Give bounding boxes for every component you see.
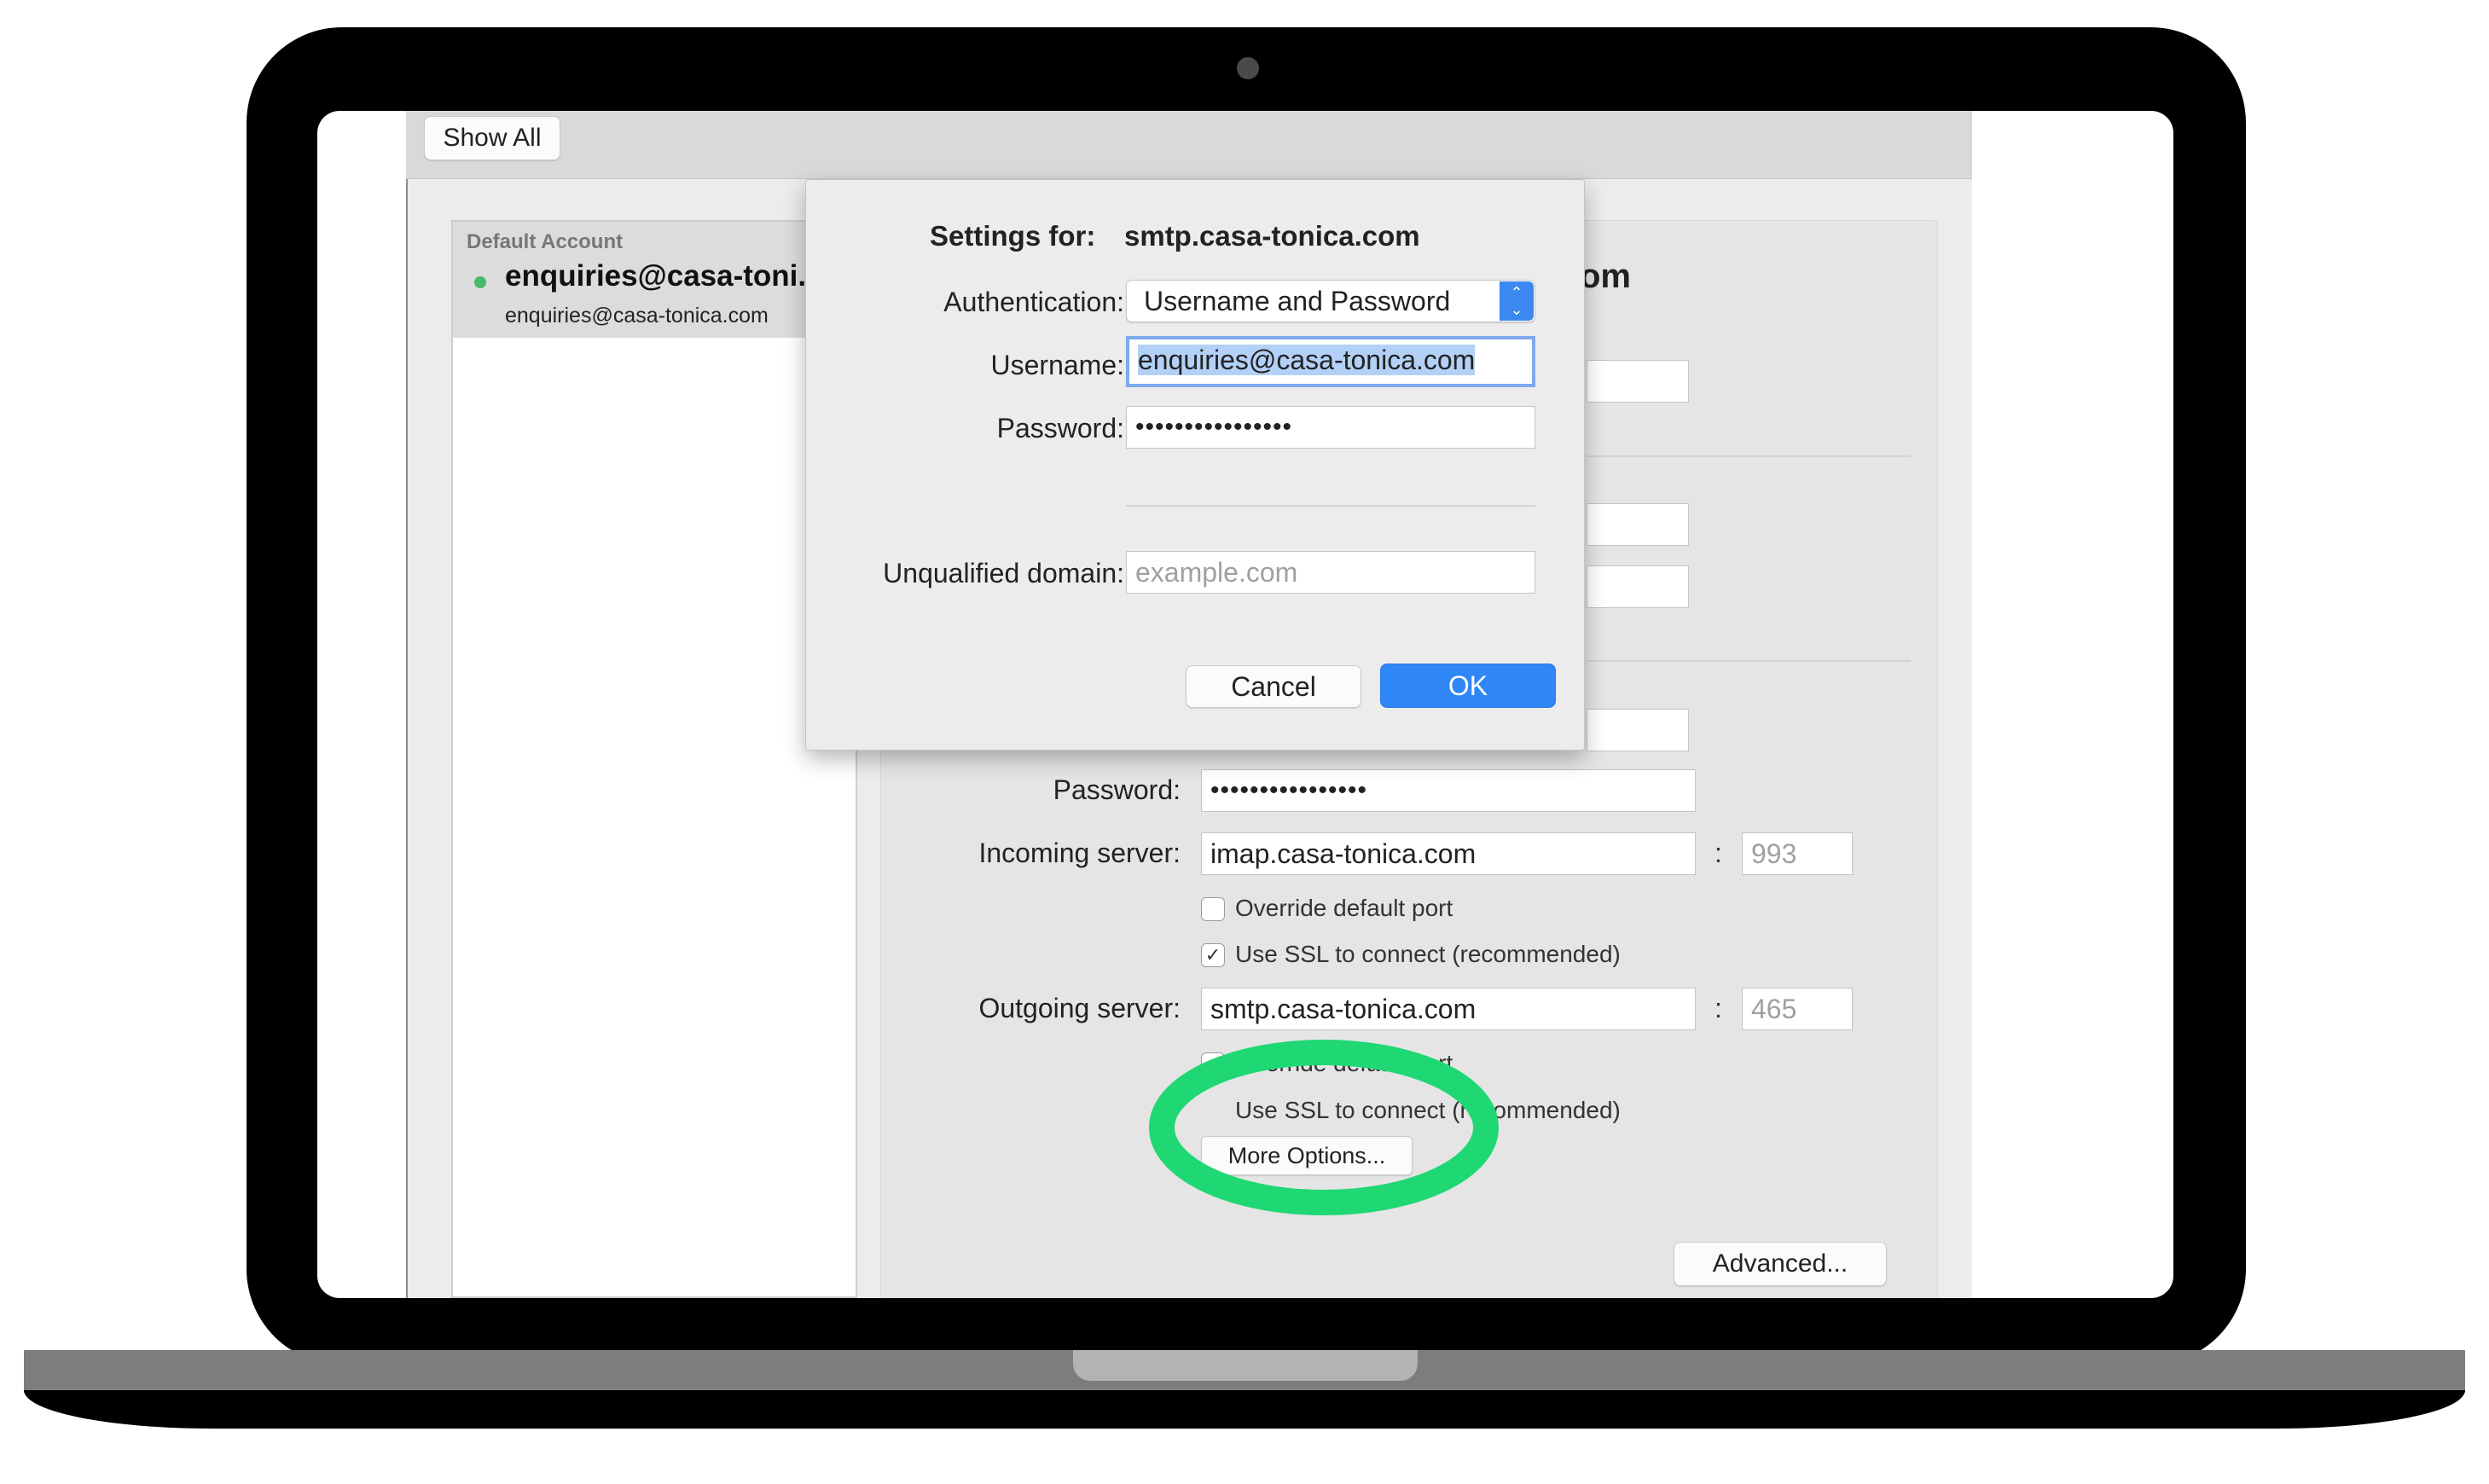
use-ssl-checkbox[interactable]: ✓ <box>1201 943 1225 967</box>
account-field-partial[interactable] <box>1587 360 1689 403</box>
settings-for-server: smtp.casa-tonica.com <box>1124 220 1420 252</box>
cancel-button[interactable]: Cancel <box>1186 665 1361 708</box>
section-divider <box>1587 455 1911 457</box>
accounts-list <box>451 220 857 1298</box>
laptop-screen: Show All Default Account enquiries@casa-… <box>317 111 2173 1298</box>
account-heading: om <box>1580 258 1631 295</box>
username-selected-text: enquiries@casa-tonica.com <box>1138 345 1476 375</box>
sheet-password-label: Password: <box>996 413 1124 443</box>
incoming-port-field[interactable]: 993 <box>1742 832 1853 875</box>
authentication-select[interactable]: Username and Password <box>1126 280 1535 322</box>
incoming-server-label: Incoming server: <box>978 838 1181 868</box>
sheet-password-field[interactable]: •••••••••••••••• <box>1126 406 1535 449</box>
port-separator: : <box>1714 838 1722 868</box>
highlight-circle-annotation <box>1149 1040 1499 1215</box>
unqualified-domain-label: Unqualified domain: <box>883 558 1124 588</box>
default-account-section-label: Default Account <box>467 230 624 253</box>
settings-for-label: Settings for: <box>930 220 1096 252</box>
use-ssl-label: Use SSL to connect (recommended) <box>1235 941 1621 967</box>
laptop-base-shadow <box>24 1390 2465 1429</box>
password-field[interactable]: •••••••••••••••• <box>1201 769 1696 812</box>
window-toolbar <box>406 111 1972 179</box>
account-email: enquiries@casa-tonica.com <box>505 304 769 328</box>
sheet-divider <box>1126 505 1535 507</box>
authentication-label: Authentication: <box>943 287 1124 317</box>
highlight-ellipse <box>1149 1040 1499 1215</box>
unqualified-domain-field[interactable]: example.com <box>1126 551 1535 594</box>
chevron-updown-icon[interactable]: ⌃ ⌄ <box>1500 281 1534 321</box>
laptop-notch <box>1073 1350 1418 1381</box>
override-default-port-label: Override default port <box>1235 895 1453 921</box>
account-field-partial[interactable] <box>1587 709 1689 751</box>
account-field-partial[interactable] <box>1587 565 1689 608</box>
ok-button[interactable]: OK <box>1380 664 1556 708</box>
online-dot-icon <box>474 276 486 288</box>
incoming-server-field[interactable]: imap.casa-tonica.com <box>1201 832 1696 875</box>
override-default-port-checkbox[interactable] <box>1201 897 1225 921</box>
camera-icon <box>1237 57 1259 79</box>
outgoing-port-field[interactable]: 465 <box>1742 988 1853 1030</box>
account-field-partial[interactable] <box>1587 503 1689 546</box>
username-field[interactable]: enquiries@casa-tonica.com <box>1126 336 1535 387</box>
outgoing-server-label: Outgoing server: <box>978 993 1181 1023</box>
advanced-button[interactable]: Advanced... <box>1674 1242 1887 1286</box>
username-label: Username: <box>990 350 1125 380</box>
port-separator: : <box>1714 993 1722 1023</box>
password-label: Password: <box>1053 774 1181 805</box>
show-all-button[interactable]: Show All <box>424 116 560 160</box>
section-divider <box>1587 660 1911 662</box>
account-name[interactable]: enquiries@casa-toni... <box>505 259 823 293</box>
